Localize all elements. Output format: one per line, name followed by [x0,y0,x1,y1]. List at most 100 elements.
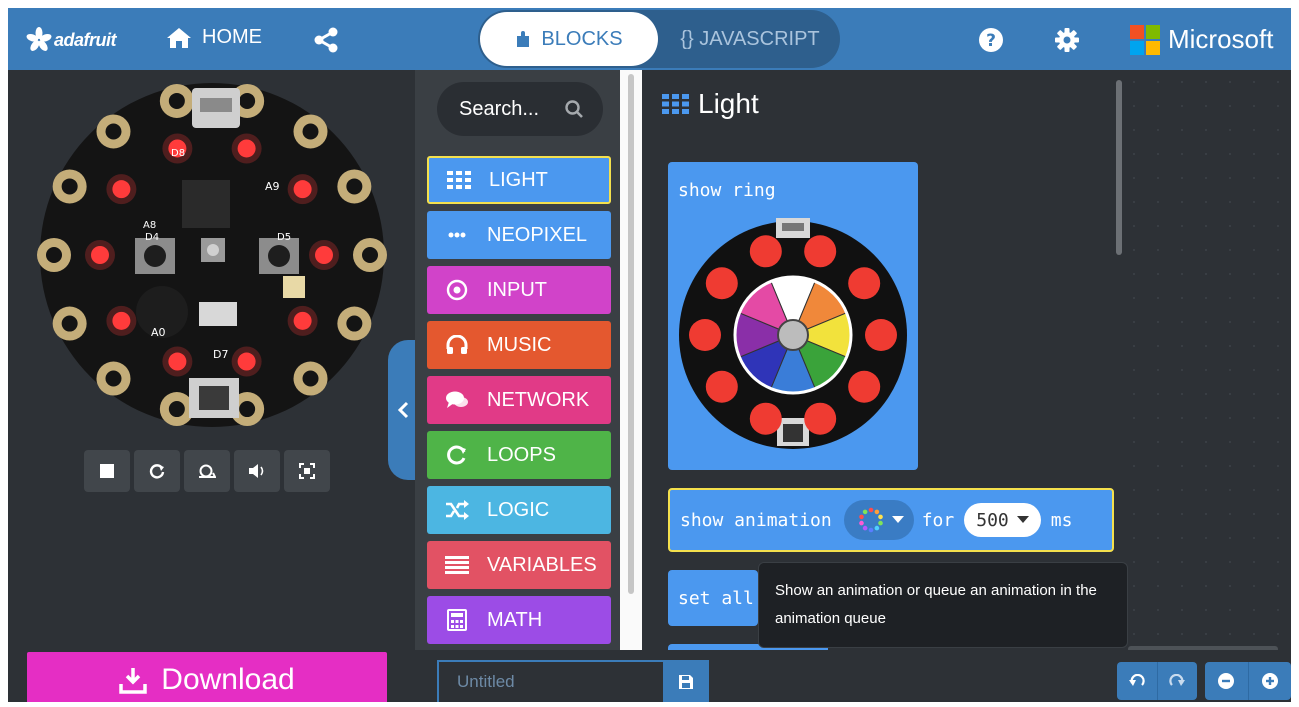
share-button[interactable] [313,27,339,58]
redo-icon [1169,674,1186,686]
ring-led[interactable] [848,370,881,403]
ring-led[interactable] [865,319,897,351]
category-loops[interactable]: LOOPS [427,431,611,479]
animation-dot [862,509,868,515]
ring-editor[interactable] [676,218,910,452]
ring-led[interactable] [749,402,782,435]
ring-led[interactable] [848,267,881,300]
slow-mo-button[interactable] [184,450,230,492]
board-pad-hole [46,247,62,263]
rainbow-animation-icon [858,507,883,533]
shuffle-icon [443,500,471,520]
home-icon [167,27,191,48]
animation-dot [858,514,864,520]
zoom-in-button[interactable] [1247,662,1292,700]
show-animation-block[interactable]: show animation for 500 ms [668,488,1114,552]
board-pad-hole [346,178,363,195]
undo-redo-group [1117,662,1197,700]
animation-dot [877,520,883,526]
category-variables[interactable]: VARIABLES [427,541,611,589]
simulator-panel: A0 D7 A8 A9 D8 D4 D5 [8,70,418,650]
simulator-controls [84,450,330,492]
ring-led[interactable] [689,319,721,351]
collapse-simulator-button[interactable] [388,340,418,480]
for-label: for [921,509,955,531]
ring-led[interactable] [749,235,782,268]
javascript-tab[interactable]: {} JAVASCRIPT [662,12,838,66]
project-name-input[interactable]: Untitled [437,660,663,702]
category-label: NETWORK [487,388,590,411]
brand-name: adafruit [54,29,117,50]
category-input[interactable]: INPUT [427,266,611,314]
help-button[interactable]: ? [978,27,1004,58]
chat-icon [443,390,471,410]
editor-mode-toggle: BLOCKS {} JAVASCRIPT [478,10,840,68]
set-all-block[interactable]: set all [668,570,758,626]
settings-button[interactable] [1054,27,1080,58]
board-pad-hole [168,92,185,109]
undo-button[interactable] [1117,662,1157,700]
bottom-bar: Untitled [415,650,1291,702]
restart-button[interactable] [134,450,180,492]
toolbox-search-input[interactable]: Search... [437,82,603,136]
category-neopixel[interactable]: NEOPIXEL [427,211,611,259]
category-music[interactable]: MUSIC [427,321,611,369]
toolbox-scrollbar[interactable] [620,70,642,650]
calculator-icon [443,609,471,631]
ring-led[interactable] [804,235,837,268]
redo-button[interactable] [1156,662,1198,700]
category-label: MUSIC [487,333,552,356]
show-ring-block[interactable]: show ring [668,162,918,470]
scrollbar-thumb[interactable] [628,74,634,594]
zoom-group [1205,662,1291,700]
neopixel-led [112,180,131,199]
category-light[interactable]: LIGHT [427,156,611,204]
microsoft-logo[interactable]: Microsoft [1130,24,1273,55]
block-tooltip: Show an animation or queue an animation … [758,562,1128,648]
blocks-workspace[interactable]: Light show ring show animation for 500 m… [642,70,1291,650]
ring-led[interactable] [705,267,738,300]
neopixel-led [91,246,109,264]
adafruit-logo[interactable]: adafruit [26,26,117,54]
category-network[interactable]: NETWORK [427,376,611,424]
category-label: LOOPS [487,443,556,466]
neopixel-led [112,311,131,330]
refresh-icon [149,464,165,479]
category-label: NEOPIXEL [487,223,588,246]
mute-button[interactable] [234,450,280,492]
board-pad-hole [239,92,256,109]
save-icon [679,675,693,689]
stop-icon [100,464,114,478]
flyout-scrollbar[interactable] [1116,80,1122,255]
animation-dot [874,509,879,515]
svg-text:A8: A8 [143,220,156,231]
board-pad-hole [105,370,122,387]
animation-dot [862,525,868,531]
ring-led[interactable] [804,402,837,435]
download-button[interactable]: Download [27,652,387,702]
target-icon [443,279,471,301]
duration-dropdown[interactable]: 500 [964,503,1041,537]
search-placeholder: Search... [459,97,540,120]
category-math[interactable]: MATH [427,596,611,644]
flyout-title-label: Light [698,88,759,119]
zoom-out-button[interactable] [1205,662,1248,700]
blocks-tab[interactable]: BLOCKS [480,12,658,66]
category-logic[interactable]: LOGIC [427,486,611,534]
show-ring-label: show ring [678,180,776,201]
flyout-title: Light [662,88,759,120]
neopixel-led [237,139,256,158]
save-project-button[interactable] [663,660,709,702]
ring-led[interactable] [705,370,738,403]
zoom-in-icon [1261,673,1278,689]
home-button[interactable]: HOME [166,26,262,49]
svg-text:D4: D4 [145,232,159,243]
circuit-playground-board[interactable]: A0 D7 A8 A9 D8 D4 D5 [37,80,387,430]
snail-icon [199,464,216,478]
svg-text:D7: D7 [213,348,228,361]
fullscreen-button[interactable] [284,450,330,492]
download-label: Download [161,663,295,696]
animation-picker[interactable] [843,500,914,540]
stop-button[interactable] [84,450,130,492]
board-pad-hole [105,123,122,140]
